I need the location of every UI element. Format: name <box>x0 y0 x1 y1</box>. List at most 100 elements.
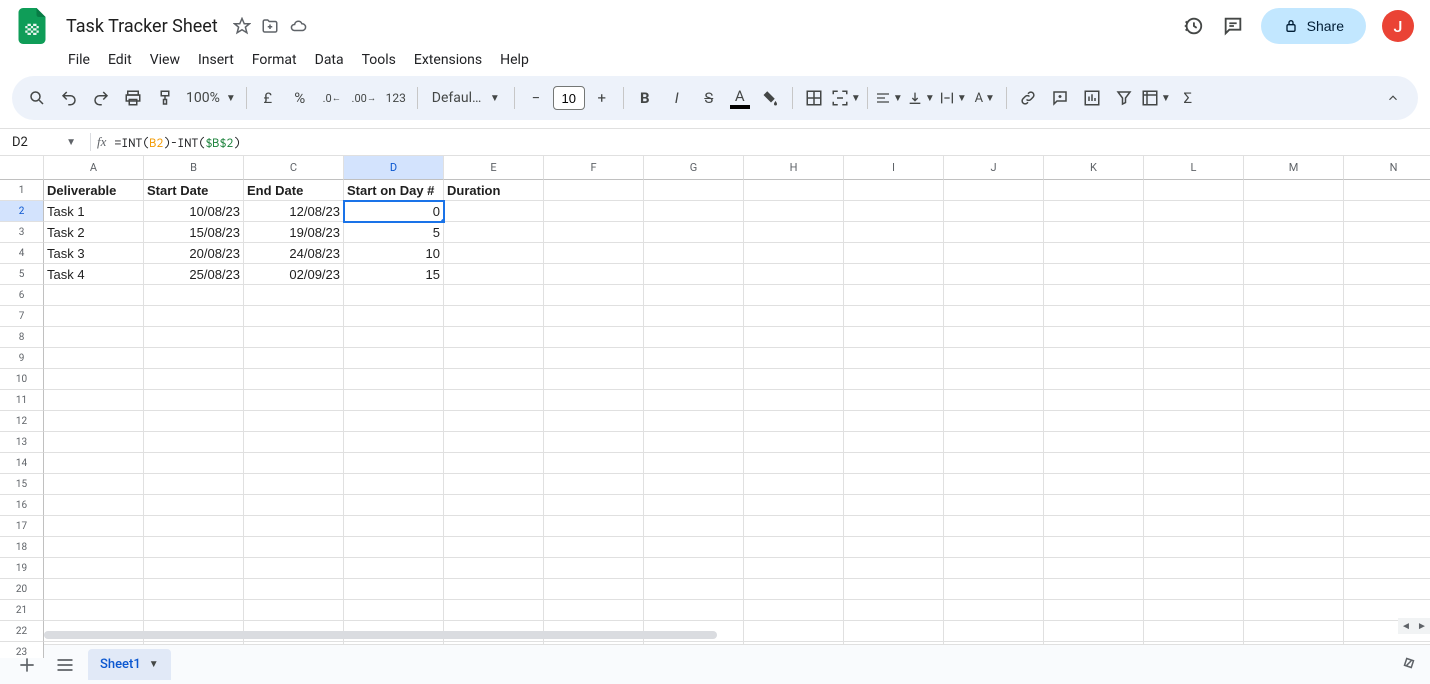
cell[interactable] <box>644 285 744 306</box>
cell[interactable] <box>1144 285 1244 306</box>
filter-icon[interactable] <box>1109 83 1139 113</box>
cell[interactable] <box>1244 516 1344 537</box>
cell[interactable] <box>844 600 944 621</box>
cell[interactable] <box>1344 285 1430 306</box>
cell[interactable] <box>344 369 444 390</box>
column-header[interactable]: J <box>944 156 1044 180</box>
cell[interactable] <box>1144 432 1244 453</box>
cell[interactable] <box>1344 327 1430 348</box>
menu-tools[interactable]: Tools <box>354 48 404 72</box>
print-icon[interactable] <box>118 83 148 113</box>
cell[interactable] <box>644 453 744 474</box>
cell[interactable] <box>1344 369 1430 390</box>
cell[interactable] <box>544 222 644 243</box>
text-wrap-icon[interactable]: ▼ <box>938 83 968 113</box>
cell[interactable] <box>144 579 244 600</box>
cell[interactable] <box>1344 348 1430 369</box>
cell[interactable] <box>644 516 744 537</box>
row-header[interactable]: 9 <box>0 348 44 369</box>
cell[interactable] <box>844 453 944 474</box>
cell[interactable] <box>344 474 444 495</box>
cell[interactable] <box>444 432 544 453</box>
avatar[interactable]: J <box>1382 10 1414 42</box>
cell[interactable] <box>1344 432 1430 453</box>
cell[interactable] <box>744 327 844 348</box>
cell[interactable] <box>844 516 944 537</box>
cell[interactable] <box>744 285 844 306</box>
borders-icon[interactable] <box>799 83 829 113</box>
cell[interactable] <box>844 201 944 222</box>
cell[interactable] <box>244 390 344 411</box>
cell[interactable] <box>144 474 244 495</box>
cell[interactable] <box>544 180 644 201</box>
cell[interactable] <box>1244 453 1344 474</box>
row-header[interactable]: 16 <box>0 495 44 516</box>
cell[interactable] <box>644 264 744 285</box>
cell[interactable] <box>144 285 244 306</box>
cell[interactable] <box>44 579 144 600</box>
column-header[interactable]: K <box>1044 156 1144 180</box>
cell[interactable] <box>444 201 544 222</box>
cell[interactable] <box>144 495 244 516</box>
cell[interactable] <box>1144 243 1244 264</box>
row-header[interactable]: 7 <box>0 306 44 327</box>
cell[interactable] <box>1144 411 1244 432</box>
cell[interactable] <box>1144 180 1244 201</box>
cell[interactable] <box>544 411 644 432</box>
cell[interactable] <box>944 600 1044 621</box>
cell[interactable] <box>44 495 144 516</box>
cell[interactable] <box>1144 453 1244 474</box>
cell[interactable] <box>44 600 144 621</box>
cell[interactable] <box>244 537 344 558</box>
cell[interactable] <box>1144 222 1244 243</box>
cell[interactable] <box>244 495 344 516</box>
cell[interactable] <box>544 495 644 516</box>
menu-view[interactable]: View <box>142 48 188 72</box>
cell[interactable] <box>544 453 644 474</box>
cell[interactable] <box>644 495 744 516</box>
cell[interactable] <box>1344 516 1430 537</box>
cell[interactable] <box>1244 348 1344 369</box>
cell[interactable] <box>1144 327 1244 348</box>
cell[interactable]: 0 <box>344 201 444 222</box>
row-header[interactable]: 17 <box>0 516 44 537</box>
cell[interactable] <box>444 537 544 558</box>
cell[interactable] <box>1044 579 1144 600</box>
cell[interactable] <box>144 600 244 621</box>
cell[interactable] <box>944 306 1044 327</box>
cell[interactable] <box>1144 600 1244 621</box>
column-header[interactable]: H <box>744 156 844 180</box>
cell[interactable] <box>844 243 944 264</box>
row-header[interactable]: 14 <box>0 453 44 474</box>
cell[interactable] <box>1344 306 1430 327</box>
cell[interactable] <box>444 474 544 495</box>
select-all-corner[interactable] <box>0 156 44 180</box>
cell[interactable] <box>744 369 844 390</box>
cell[interactable] <box>1044 327 1144 348</box>
cell[interactable] <box>1044 411 1144 432</box>
cell[interactable] <box>1044 390 1144 411</box>
cell[interactable] <box>744 453 844 474</box>
cell[interactable]: 02/09/23 <box>244 264 344 285</box>
cell[interactable] <box>44 453 144 474</box>
cell[interactable] <box>944 369 1044 390</box>
cell[interactable] <box>244 453 344 474</box>
cell[interactable] <box>444 516 544 537</box>
row-header[interactable]: 5 <box>0 264 44 285</box>
cell[interactable] <box>444 243 544 264</box>
cell[interactable]: 15/08/23 <box>144 222 244 243</box>
redo-icon[interactable] <box>86 83 116 113</box>
insert-chart-icon[interactable] <box>1077 83 1107 113</box>
move-folder-icon[interactable] <box>260 16 280 36</box>
cell[interactable] <box>544 516 644 537</box>
cell[interactable] <box>1344 264 1430 285</box>
text-rotation-icon[interactable]: A▼ <box>970 83 1000 113</box>
cell[interactable] <box>344 411 444 432</box>
cell[interactable] <box>1044 600 1144 621</box>
row-header[interactable]: 2 <box>0 201 44 222</box>
cell[interactable] <box>344 516 444 537</box>
comments-icon[interactable] <box>1221 14 1245 38</box>
row-header[interactable]: 19 <box>0 558 44 579</box>
row-header[interactable]: 10 <box>0 369 44 390</box>
vertical-align-icon[interactable]: ▼ <box>906 83 936 113</box>
